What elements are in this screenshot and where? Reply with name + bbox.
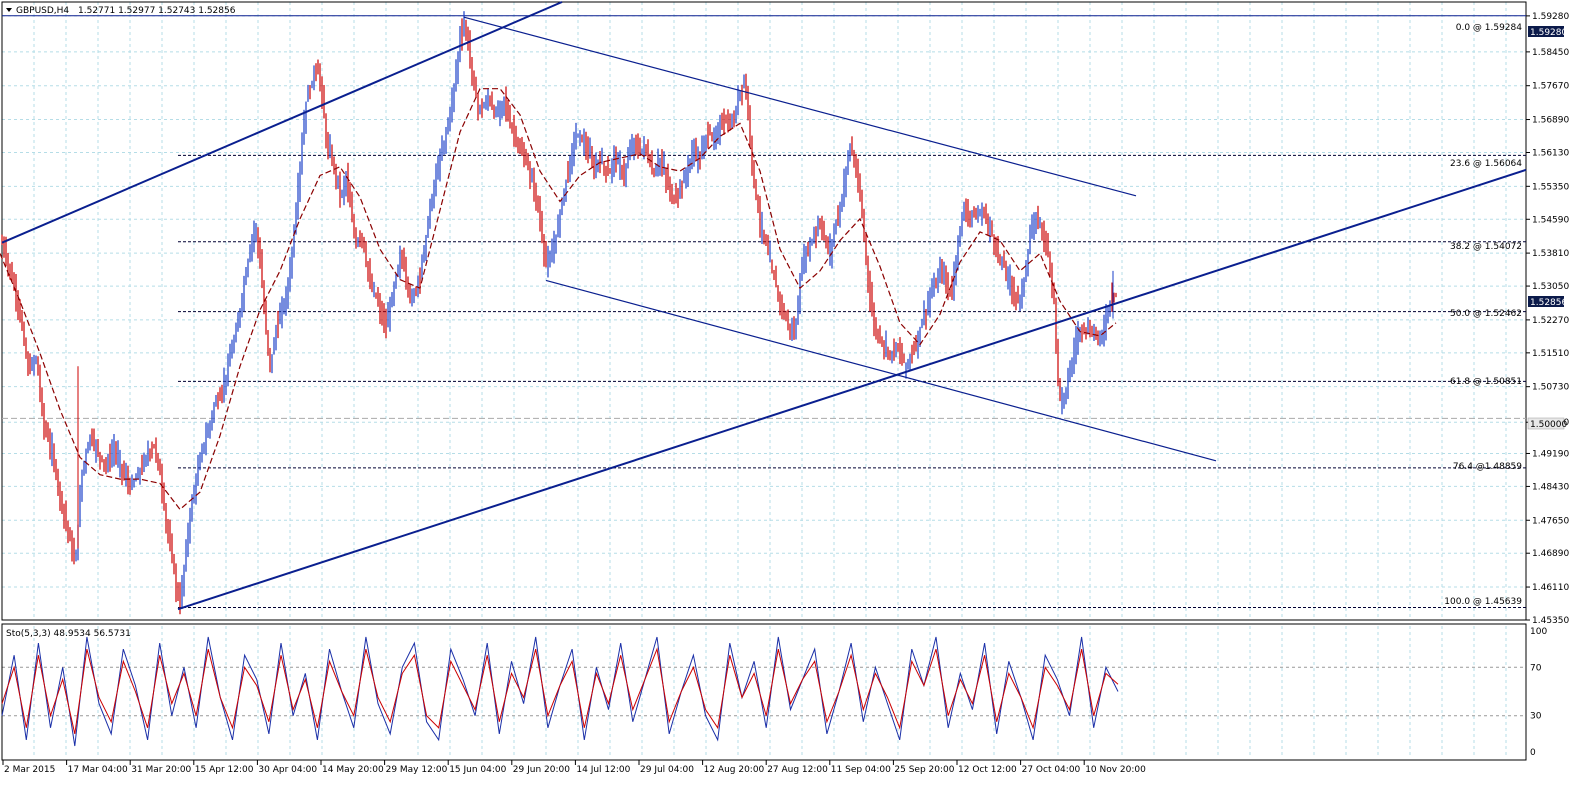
stochastic-title: Sto(5,3,3) 48.9534 56.5731 [6,629,131,639]
time-tick-label: 2 Mar 2015 [4,765,55,775]
time-tick-label: 25 Sep 20:00 [894,765,954,775]
price-tick-label: 1.45350 [1532,616,1569,626]
price-tick-label: 1.50730 [1532,383,1569,393]
price-tick-label: 1.48430 [1532,482,1569,492]
fib-label-0: 0.0 @ 1.59284 [1456,23,1523,33]
time-tick-label: 14 Jul 12:00 [576,765,630,775]
time-tick-label: 12 Oct 12:00 [958,765,1017,775]
current-price-label: 1.52856 [1530,298,1567,308]
symbol-label: GBPUSD,H4 [16,6,69,16]
sto-tick-label: 0 [1530,748,1536,758]
fib-label-23-6: 23.6 @ 1.56064 [1450,159,1522,169]
price-tick-label: 1.47650 [1532,516,1569,526]
price-tick-label: 1.56130 [1532,148,1569,158]
fib-label-61-8: 61.8 @ 1.50851 [1450,377,1522,387]
sto-tick-label: 70 [1530,663,1542,673]
price-tick-label: 1.53050 [1532,282,1569,292]
price-tick-label: 1.53810 [1532,249,1569,259]
time-tick-label: 27 Aug 12:00 [767,765,828,775]
price-tick-label: 1.59280 [1532,12,1569,22]
price-tick-label: 1.51510 [1532,349,1569,359]
sto-tick-label: 30 [1530,712,1542,722]
fib-label-50: 50.0 @ 1.52462 [1450,309,1522,319]
price-tick-label: 1.46890 [1532,549,1569,559]
price-tick-label: 1.55350 [1532,182,1569,192]
price-tick-label: 1.54590 [1532,215,1569,225]
chart-root: 1.59280 1.58450 1.57670 1.56890 1.56130 1.553… [0,0,1596,790]
top-price-label: 1.59280 [1530,28,1567,38]
round-level-label: 1.50000 [1530,420,1567,430]
price-tick-label: 1.49190 [1532,449,1569,459]
sto-tick-label: 100 [1530,627,1547,637]
time-tick-label: 11 Sep 04:00 [831,765,891,775]
time-tick-label: 30 Apr 04:00 [258,765,317,775]
price-tick-label: 1.58450 [1532,48,1569,58]
time-tick-label: 10 Nov 20:00 [1085,765,1146,775]
fib-label-100: 100.0 @ 1.45639 [1444,597,1522,607]
price-tick-label: 1.52270 [1532,316,1569,326]
time-tick-label: 29 Jun 20:00 [513,765,570,775]
time-tick-label: 27 Oct 04:00 [1022,765,1081,775]
price-tick-label: 1.56890 [1532,116,1569,126]
time-tick-label: 15 Jun 04:00 [449,765,506,775]
price-tick-label: 1.46110 [1532,583,1569,593]
fib-label-38-2: 38.2 @ 1.54072 [1450,242,1522,252]
ohlc-readout: 1.52771 1.52977 1.52743 1.52856 [78,6,236,16]
time-tick-label: 12 Aug 20:00 [704,765,765,775]
time-tick-label: 14 May 20:00 [322,765,384,775]
fib-label-76-4: 76.4 @1.48859 [1453,462,1522,472]
time-tick-label: 15 Apr 12:00 [195,765,254,775]
time-tick-label: 29 May 12:00 [386,765,448,775]
time-tick-label: 29 Jul 04:00 [640,765,694,775]
price-tick-label: 1.57670 [1532,82,1569,92]
time-tick-label: 31 Mar 20:00 [131,765,191,775]
time-tick-label: 17 Mar 04:00 [68,765,128,775]
